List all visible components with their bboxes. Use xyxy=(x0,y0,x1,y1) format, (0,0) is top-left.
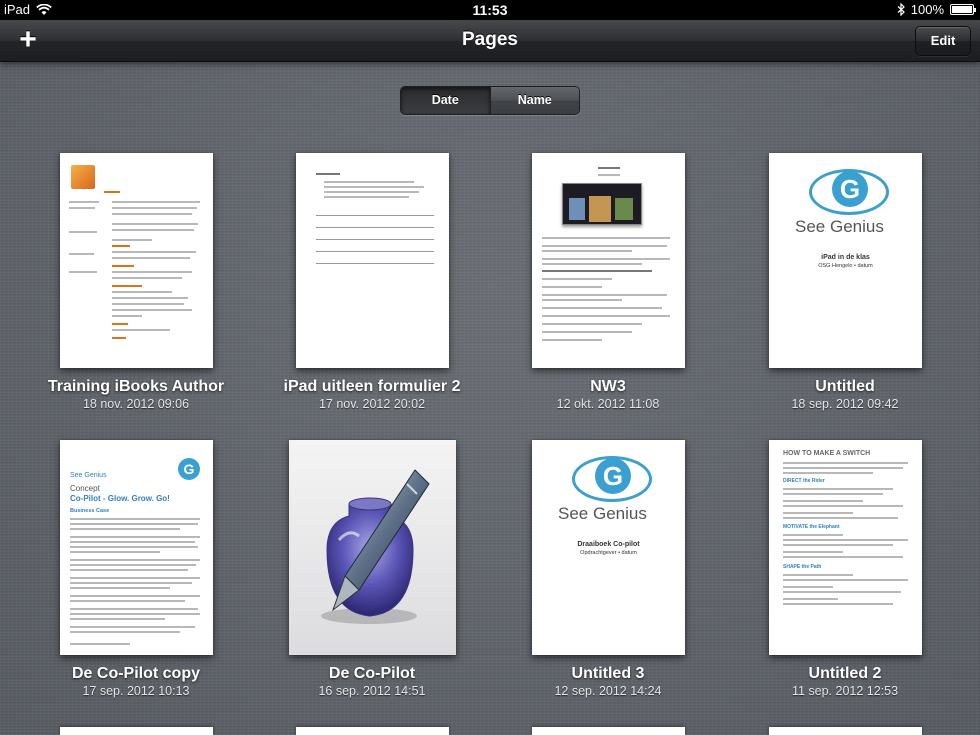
document-thumbnail[interactable]: HOW TO MAKE A SWITCH DIRECT the Rider MO… xyxy=(769,440,922,655)
document-thumbnail[interactable] xyxy=(532,153,685,368)
ibooks-author-icon xyxy=(71,165,95,189)
battery-level xyxy=(952,6,972,13)
see-genius-wordmark: See Genius xyxy=(70,472,107,479)
navigation-bar: + Pages Edit xyxy=(0,20,980,62)
thumbnail-subtitle: Draaiboek Co-pilot xyxy=(577,541,640,548)
thumbnail-concept-label: Concept xyxy=(70,484,100,493)
document-date: 11 sep. 2012 12:53 xyxy=(791,684,899,698)
battery-icon xyxy=(950,4,976,15)
thumbnail-section-label: SHAPE the Path xyxy=(783,564,822,570)
document-date: 12 sep. 2012 14:24 xyxy=(554,684,662,698)
document-thumbnail-partial[interactable] xyxy=(769,727,922,735)
sort-by-date-segment[interactable]: Date xyxy=(401,87,490,114)
document-thumbnail[interactable]: G See Genius Draaiboek Co-pilot Opdracht… xyxy=(532,440,685,655)
status-bar: iPad 11:53 100% xyxy=(0,0,980,20)
document-title[interactable]: iPad uitleen formulier 2 xyxy=(252,378,492,396)
document-title[interactable]: NW3 xyxy=(488,378,728,396)
document-thumbnail-partial[interactable] xyxy=(296,727,449,735)
see-genius-wordmark: See Genius xyxy=(795,217,884,236)
document-title[interactable]: Untitled xyxy=(725,378,965,396)
document-title[interactable]: Untitled 2 xyxy=(725,665,965,683)
document-date: 18 nov. 2012 09:06 xyxy=(82,397,190,411)
document-thumbnail[interactable]: See Genius G Concept Co-Pilot - Glow. Gr… xyxy=(60,440,213,655)
document-date: 16 sep. 2012 14:51 xyxy=(318,684,426,698)
edit-button[interactable]: Edit xyxy=(915,26,971,56)
see-genius-wordmark: See Genius xyxy=(558,504,647,523)
thumbnail-section-label: Business Case xyxy=(70,508,110,514)
thumbnail-heading: HOW TO MAKE A SWITCH xyxy=(783,450,871,457)
thumbnail-subtitle: Opdrachtgever • datum xyxy=(580,550,637,556)
document-date: 18 sep. 2012 09:42 xyxy=(791,397,899,411)
sort-segmented-control: Date Name xyxy=(400,86,580,115)
battery-percent: 100% xyxy=(910,2,944,17)
document-title[interactable]: Untitled 3 xyxy=(488,665,728,683)
document-thumbnail[interactable] xyxy=(296,153,449,368)
document-title[interactable]: Training iBooks Author xyxy=(16,378,256,396)
see-genius-logo-icon: G xyxy=(178,458,200,480)
bluetooth-icon xyxy=(897,3,905,16)
document-date: 17 nov. 2012 20:02 xyxy=(318,397,426,411)
document-thumbnail[interactable]: G See Genius iPad in de klas OSG Hengelo… xyxy=(769,153,922,368)
document-thumbnail-partial[interactable] xyxy=(532,727,685,735)
thumbnail-subtitle: OSG Hengelo • datum xyxy=(818,263,873,269)
document-title[interactable]: De Co-Pilot xyxy=(252,665,492,683)
document-thumbnail[interactable] xyxy=(289,440,456,655)
thumbnail-heading: Co-Pilot - Glow. Grow. Go! xyxy=(70,494,170,503)
pages-inkwell-icon xyxy=(321,469,430,624)
see-genius-logo-icon: G xyxy=(787,167,907,217)
document-thumbnail[interactable] xyxy=(60,153,213,368)
thumbnail-section-label: DIRECT the Rider xyxy=(783,478,825,484)
status-time: 11:53 xyxy=(472,2,508,18)
thumbnail-section-label: MOTIVATE the Elephant xyxy=(783,524,840,530)
workshop-photo xyxy=(562,183,642,225)
see-genius-logo-icon: G xyxy=(550,454,670,504)
document-thumbnail-partial[interactable] xyxy=(60,727,213,735)
document-date: 17 sep. 2012 10:13 xyxy=(82,684,190,698)
thumbnail-subtitle: iPad in de klas xyxy=(821,254,870,261)
sort-by-name-segment[interactable]: Name xyxy=(489,87,579,114)
document-title[interactable]: De Co-Pilot copy xyxy=(16,665,256,683)
document-date: 12 okt. 2012 11:08 xyxy=(556,397,660,411)
page-title: Pages xyxy=(462,29,518,50)
